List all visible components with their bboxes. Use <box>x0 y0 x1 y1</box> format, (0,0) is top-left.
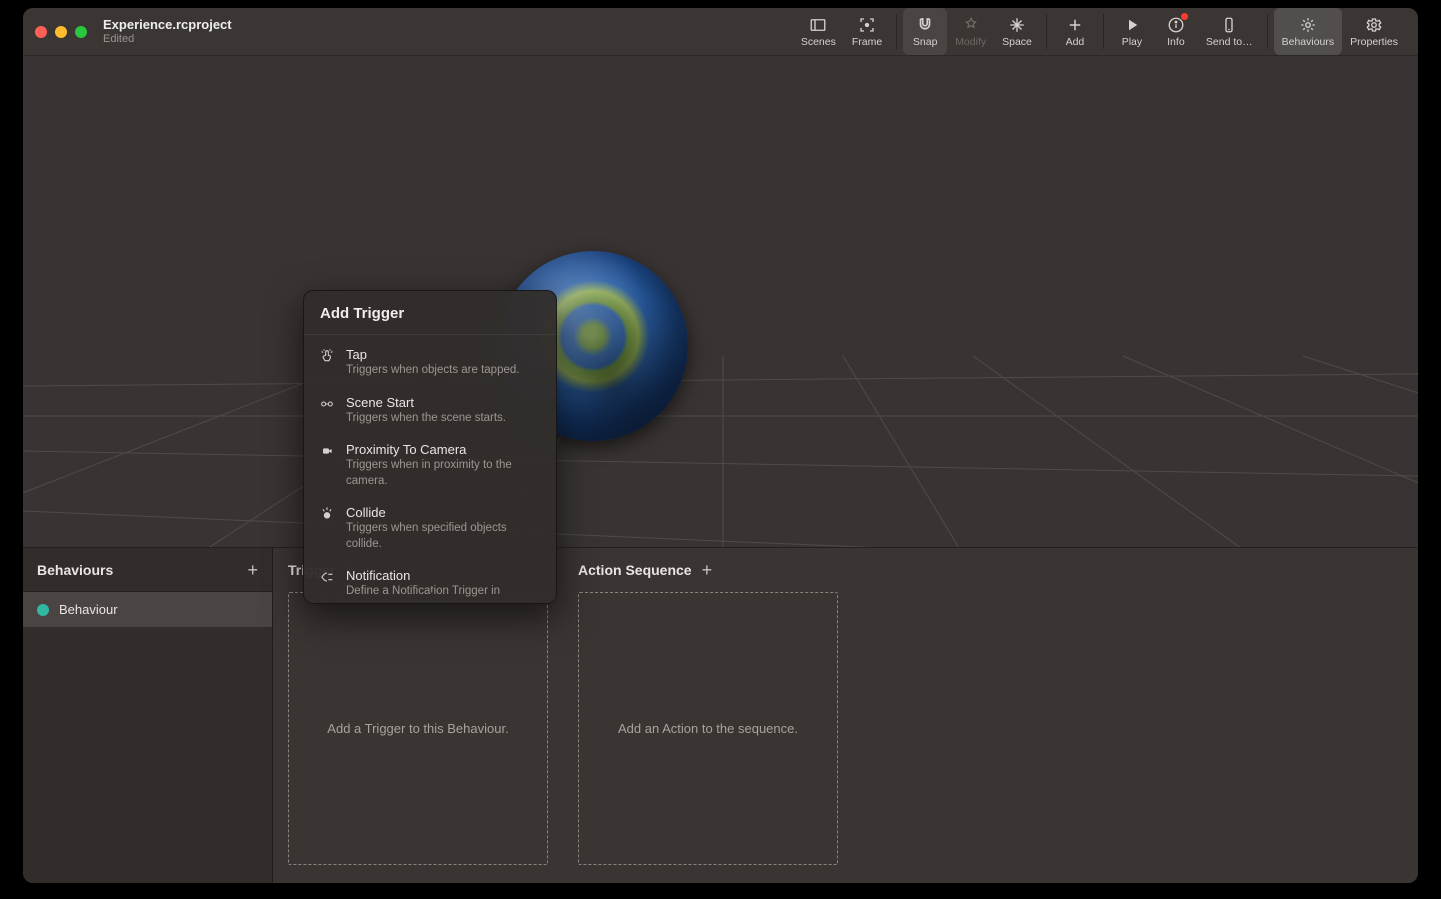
trigger-option-title: Scene Start <box>346 395 542 410</box>
behaviours-sidebar: Behaviours + Behaviour <box>23 548 273 883</box>
main-area: Behaviours + Behaviour Trigger + <box>23 56 1418 883</box>
trigger-option-desc: Define a Notification Trigger in <box>346 584 542 600</box>
device-icon <box>1220 16 1238 34</box>
behaviour-item[interactable]: Behaviour <box>23 592 272 627</box>
document-status: Edited <box>103 33 232 45</box>
modify-button[interactable]: Modify <box>947 8 994 55</box>
trigger-option-desc: Triggers when the scene starts. <box>346 411 542 427</box>
trigger-option-title: Notification <box>346 568 542 583</box>
sendto-label: Send to… <box>1206 36 1253 48</box>
add-behaviour-button[interactable]: + <box>247 561 258 579</box>
behaviours-panel: Behaviours + Behaviour Trigger + <box>23 547 1418 883</box>
trigger-option-title: Tap <box>346 347 542 362</box>
scenes-label: Scenes <box>801 36 836 48</box>
modify-label: Modify <box>955 36 986 48</box>
space-button[interactable]: Space <box>994 8 1040 55</box>
gear-icon <box>1365 16 1383 34</box>
behaviours-button[interactable]: Behaviours <box>1274 8 1343 55</box>
trigger-option-desc: Triggers when objects are tapped. <box>346 363 542 379</box>
toolbar-separator <box>896 14 897 49</box>
scene-start-icon <box>318 396 336 414</box>
frame-icon <box>858 16 876 34</box>
notification-icon <box>318 569 336 587</box>
trigger-option-desc: Triggers when in proximity to the camera… <box>346 458 542 489</box>
behaviours-icon <box>1299 16 1317 34</box>
toolbar-separator <box>1103 14 1104 49</box>
trigger-option-collide[interactable]: Collide Triggers when specified objects … <box>304 497 556 560</box>
trigger-option-proximity[interactable]: Proximity To Camera Triggers when in pro… <box>304 434 556 497</box>
titlebar: Experience.rcproject Edited Scenes Frame <box>23 8 1418 56</box>
tap-icon <box>318 348 336 366</box>
plus-icon <box>1066 16 1084 34</box>
window-maximize-button[interactable] <box>75 26 87 38</box>
popover-title: Add Trigger <box>320 305 540 322</box>
sendto-button[interactable]: Send to… <box>1198 8 1261 55</box>
space-label: Space <box>1002 36 1032 48</box>
action-panel: Action Sequence + Add an Action to the s… <box>563 548 853 883</box>
trigger-option-title: Collide <box>346 505 542 520</box>
trigger-options-list[interactable]: Tap Triggers when objects are tapped. Sc… <box>304 335 556 603</box>
scenes-button[interactable]: Scenes <box>793 8 844 55</box>
collide-icon <box>318 506 336 524</box>
grid-plane <box>23 56 1418 547</box>
trigger-option-scene-start[interactable]: Scene Start Triggers when the scene star… <box>304 387 556 435</box>
behaviour-color-dot <box>37 604 49 616</box>
document-title: Experience.rcproject <box>103 18 232 32</box>
app-window: Experience.rcproject Edited Scenes Frame <box>23 8 1418 883</box>
add-button[interactable]: Add <box>1053 8 1097 55</box>
action-dropzone[interactable]: Add an Action to the sequence. <box>578 592 838 865</box>
add-action-button[interactable]: + <box>702 561 713 579</box>
trigger-dropzone-text: Add a Trigger to this Behaviour. <box>327 721 508 736</box>
trigger-option-tap[interactable]: Tap Triggers when objects are tapped. <box>304 339 556 387</box>
trigger-option-notification[interactable]: Notification Define a Notification Trigg… <box>304 560 556 603</box>
notification-badge <box>1181 13 1188 20</box>
trigger-option-desc: Triggers when specified objects collide. <box>346 521 542 552</box>
info-button[interactable]: Info <box>1154 8 1198 55</box>
frame-label: Frame <box>852 36 882 48</box>
trigger-option-title: Proximity To Camera <box>346 442 542 457</box>
toolbar-separator <box>1046 14 1047 49</box>
traffic-lights <box>35 26 87 38</box>
frame-button[interactable]: Frame <box>844 8 890 55</box>
play-button[interactable]: Play <box>1110 8 1154 55</box>
camera-icon <box>318 443 336 461</box>
properties-label: Properties <box>1350 36 1398 48</box>
toolbar-separator <box>1267 14 1268 49</box>
info-icon <box>1167 16 1185 34</box>
space-icon <box>1008 16 1026 34</box>
behaviour-list: Behaviour <box>23 592 272 883</box>
behaviours-label: Behaviours <box>1282 36 1335 48</box>
3d-viewport[interactable] <box>23 56 1418 547</box>
sidebar-title: Behaviours <box>37 562 113 578</box>
properties-button[interactable]: Properties <box>1342 8 1406 55</box>
play-label: Play <box>1122 36 1142 48</box>
modify-icon <box>962 16 980 34</box>
behaviour-item-label: Behaviour <box>59 602 118 617</box>
window-minimize-button[interactable] <box>55 26 67 38</box>
action-dropzone-text: Add an Action to the sequence. <box>618 721 798 736</box>
snap-button[interactable]: Snap <box>903 8 947 55</box>
window-close-button[interactable] <box>35 26 47 38</box>
toolbar: Scenes Frame Snap Modify <box>793 8 1406 55</box>
trigger-dropzone[interactable]: Add a Trigger to this Behaviour. <box>288 592 548 865</box>
snap-label: Snap <box>913 36 938 48</box>
sidebar-header: Behaviours + <box>23 548 272 592</box>
info-label: Info <box>1167 36 1185 48</box>
add-label: Add <box>1066 36 1085 48</box>
action-panel-title: Action Sequence <box>578 562 692 578</box>
snap-icon <box>916 16 934 34</box>
play-icon <box>1123 16 1141 34</box>
add-trigger-popover: Add Trigger Tap Triggers when objects ar… <box>303 290 557 604</box>
scenes-icon <box>809 16 827 34</box>
